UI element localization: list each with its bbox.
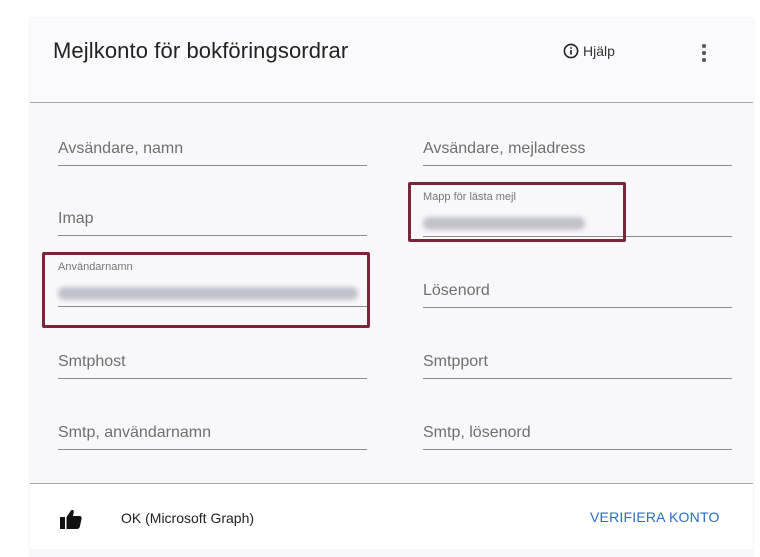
field-underline (423, 307, 732, 308)
field-underline (423, 378, 732, 379)
info-circle-icon (563, 43, 579, 59)
card-footer: OK (Microsoft Graph) VERIFIERA KONTO (30, 484, 753, 549)
redacted-value (423, 217, 585, 230)
more-options-button[interactable] (694, 40, 714, 66)
smtp-username-label: Smtp, användarnamn (58, 424, 211, 441)
username-field[interactable]: Användarnamn (58, 261, 367, 307)
field-underline (423, 236, 732, 237)
field-underline (423, 165, 732, 166)
field-underline (58, 449, 367, 450)
connection-status: OK (Microsoft Graph) (121, 510, 255, 526)
field-underline (58, 306, 367, 307)
mail-account-card: Mejlkonto för bokföringsordrar Hjälp Avs… (30, 18, 753, 557)
smtp-username-field[interactable]: Smtp, användarnamn (58, 410, 367, 450)
header-divider (30, 102, 753, 103)
smtp-port-field[interactable]: Smtpport (423, 339, 732, 379)
page-title: Mejlkonto för bokföringsordrar (53, 38, 349, 63)
password-label: Lösenord (423, 282, 490, 299)
top-strip (0, 0, 760, 18)
verify-account-button[interactable]: VERIFIERA KONTO (590, 509, 720, 525)
imap-field[interactable]: Imap (58, 196, 367, 236)
field-underline (58, 165, 367, 166)
sender-name-label: Avsändare, namn (58, 140, 184, 157)
help-button[interactable]: Hjälp (563, 41, 615, 61)
card-header: Mejlkonto för bokföringsordrar Hjälp (30, 18, 753, 102)
smtp-password-field[interactable]: Smtp, lösenord (423, 410, 732, 450)
sender-name-field[interactable]: Avsändare, namn (58, 126, 367, 166)
smtp-password-label: Smtp, lösenord (423, 424, 531, 441)
smtp-port-label: Smtpport (423, 353, 488, 370)
imap-label: Imap (58, 210, 94, 227)
thumbs-up-icon (60, 509, 82, 529)
sender-email-label: Avsändare, mejladress (423, 140, 586, 157)
smtp-host-field[interactable]: Smtphost (58, 339, 367, 379)
field-underline (58, 378, 367, 379)
sender-email-field[interactable]: Avsändare, mejladress (423, 126, 732, 166)
read-folder-label: Mapp för lästa mejl (423, 191, 516, 203)
help-label: Hjälp (583, 43, 615, 59)
redacted-value (58, 287, 358, 300)
read-folder-field[interactable]: Mapp för lästa mejl (423, 191, 732, 237)
password-field[interactable]: Lösenord (423, 268, 732, 308)
field-underline (423, 449, 732, 450)
field-underline (58, 235, 367, 236)
username-label: Användarnamn (58, 261, 133, 273)
vertical-dots-icon (702, 44, 706, 62)
smtp-host-label: Smtphost (58, 353, 126, 370)
